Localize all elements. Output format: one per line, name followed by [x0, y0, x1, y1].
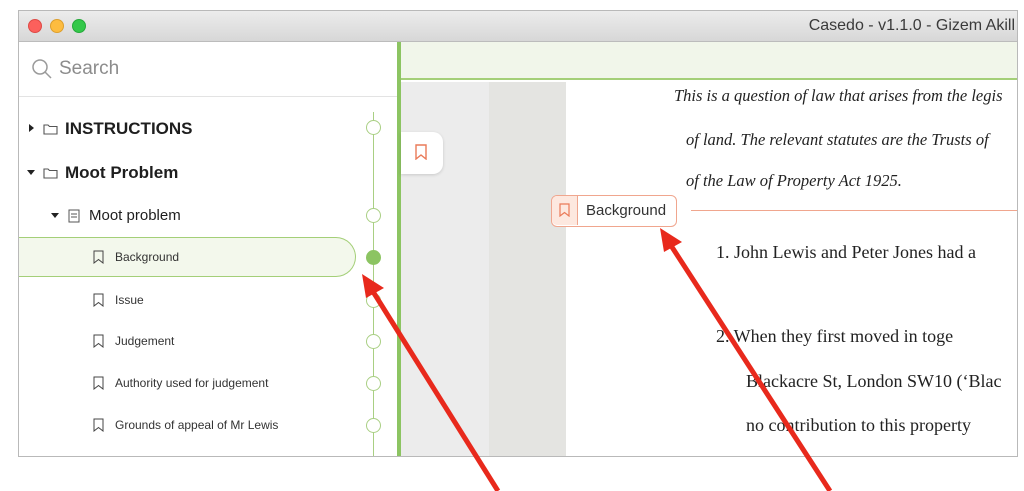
- timeline-node[interactable]: [366, 120, 381, 135]
- doc-line: Blackacre St, London SW10 (‘Blac: [746, 371, 1002, 391]
- sidebar-item-background[interactable]: Background: [19, 237, 356, 277]
- folder-icon: [43, 168, 58, 179]
- timeline-node[interactable]: [366, 293, 381, 308]
- timeline-node[interactable]: [366, 208, 381, 223]
- sidebar-item-label: Judgement: [115, 334, 175, 348]
- sidebar-item-label: Moot problem: [89, 207, 181, 224]
- bookmark-icon: [415, 144, 427, 160]
- marker-icon-box: [552, 196, 578, 225]
- sidebar-item-label: Moot Problem: [65, 163, 179, 182]
- document-icon: [68, 209, 80, 223]
- sidebar: INSTRUCTIONS Moot Problem Moot problem: [19, 42, 397, 456]
- sidebar-item-instructions[interactable]: INSTRUCTIONS: [19, 111, 364, 147]
- bookmark-marker-line: [691, 210, 1017, 211]
- sidebar-item-label: Issue: [115, 293, 144, 307]
- folder-icon: [43, 124, 58, 135]
- chevron-down-icon[interactable]: [27, 170, 35, 175]
- sidebar-item-issue[interactable]: Issue: [19, 282, 364, 318]
- sidebar-item-label: Authority used for judgement: [115, 376, 269, 390]
- sidebar-item-judgement[interactable]: Judgement: [19, 323, 364, 359]
- doc-line: no contribution to this property: [746, 415, 971, 435]
- bookmark-icon: [93, 293, 104, 307]
- sidebar-item-label: Background: [115, 250, 180, 264]
- doc-line: of the Law of Property Act 1925.: [686, 171, 902, 190]
- bookmark-icon: [93, 250, 104, 264]
- outline-timeline: [373, 112, 374, 456]
- sidebar-item-authority[interactable]: Authority used for judgement: [19, 365, 364, 401]
- document-page: This is a question of law that arises fr…: [566, 82, 1017, 456]
- doc-line: 1. John Lewis and Peter Jones had a: [716, 242, 976, 262]
- bookmark-icon: [93, 334, 104, 348]
- window-title: Casedo - v1.1.0 - Gizem Akill: [808, 17, 1015, 34]
- sidebar-item-moot-problem-folder[interactable]: Moot Problem: [19, 155, 364, 191]
- doc-line: This is a question of law that arises fr…: [674, 86, 1003, 105]
- sidebar-item-label: INSTRUCTIONS: [65, 119, 193, 138]
- search-bar: [19, 42, 397, 97]
- sidebar-item-label: Grounds of appeal of Mr Lewis: [115, 418, 279, 432]
- bookmark-marker-background[interactable]: Background: [551, 195, 677, 227]
- document-pane: This is a question of law that arises fr…: [401, 42, 1017, 456]
- document-toolbar: [401, 42, 1017, 80]
- bookmark-icon: [93, 418, 104, 432]
- bookmark-icon: [93, 376, 104, 390]
- sidebar-item-grounds-of-appeal[interactable]: Grounds of appeal of Mr Lewis: [19, 407, 364, 443]
- title-bar: Casedo - v1.1.0 - Gizem Akill: [19, 11, 1017, 42]
- sidebar-item-moot-problem-doc[interactable]: Moot problem: [19, 198, 364, 234]
- timeline-node-active[interactable]: [366, 250, 381, 265]
- zoom-window-button[interactable]: [72, 19, 86, 33]
- chevron-down-icon[interactable]: [51, 213, 59, 218]
- minimize-window-button[interactable]: [50, 19, 64, 33]
- timeline-node[interactable]: [366, 418, 381, 433]
- search-input[interactable]: [59, 56, 359, 82]
- doc-line: 2. When they first moved in toge: [716, 326, 954, 346]
- document-gutter-shade: [489, 82, 566, 456]
- timeline-node[interactable]: [366, 376, 381, 391]
- chevron-right-icon[interactable]: [29, 124, 34, 132]
- app-window: Casedo - v1.1.0 - Gizem Akill INSTRUCTIO…: [18, 10, 1018, 457]
- timeline-node[interactable]: [366, 334, 381, 349]
- add-bookmark-button[interactable]: [401, 132, 443, 174]
- close-window-button[interactable]: [28, 19, 42, 33]
- doc-line: of land. The relevant statutes are the T…: [686, 130, 989, 149]
- search-icon: [32, 59, 52, 79]
- bookmark-icon: [559, 203, 570, 217]
- marker-label: Background: [586, 202, 667, 219]
